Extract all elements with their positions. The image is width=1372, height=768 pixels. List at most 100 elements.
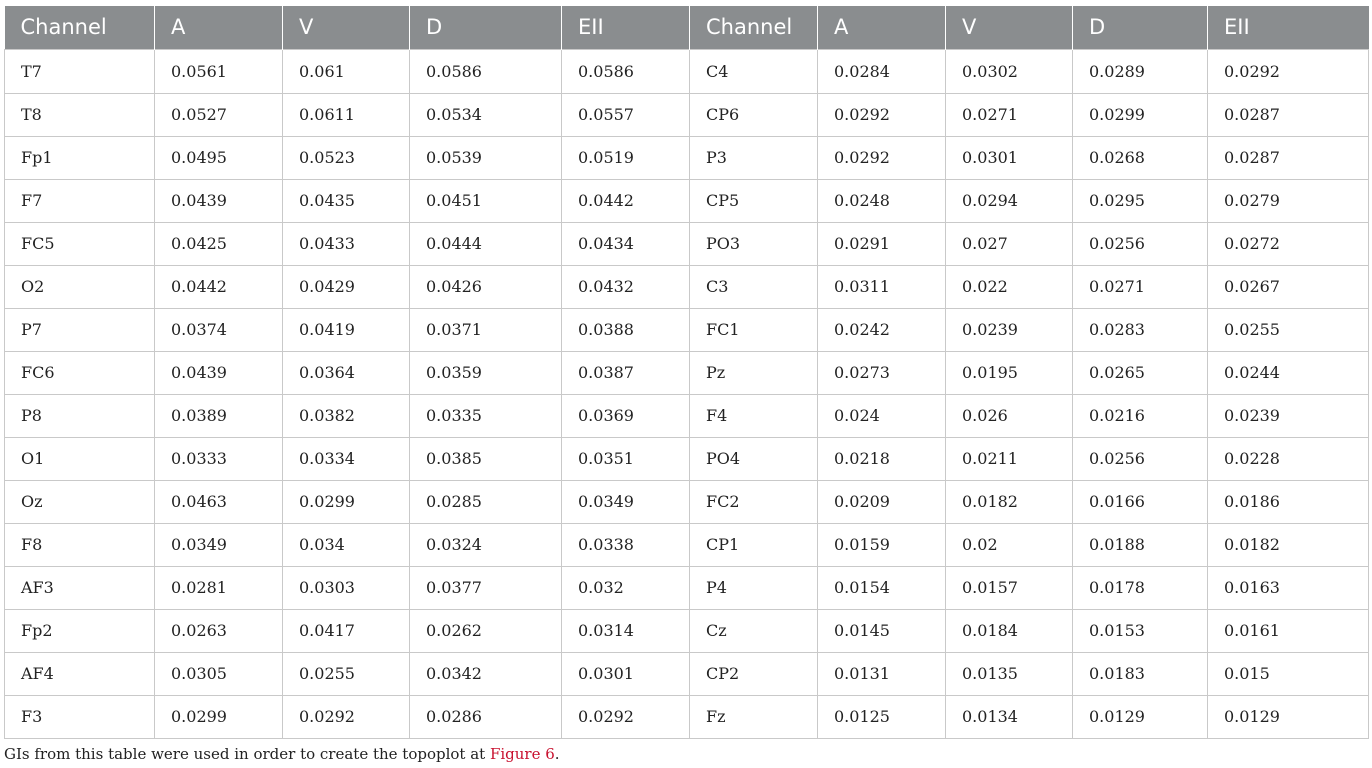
- value-cell: 0.0434: [561, 221, 690, 266]
- channel-cell: Cz: [689, 608, 818, 653]
- table-row: AF4 0.0305 0.0255 0.0342 0.0301 CP2 0.0131 0.01…: [4, 651, 1369, 696]
- value-cell: 0.0387: [561, 350, 690, 395]
- value-cell: 0.0442: [154, 264, 283, 309]
- table-body: T7 0.0561 0.061 0.0586 0.0586 C4 0.0284 0.0302 0…: [4, 48, 1369, 739]
- column-header-v-left: V: [282, 6, 410, 49]
- value-cell: 0.0334: [282, 436, 410, 481]
- value-cell: 0.0432: [561, 264, 690, 309]
- value-cell: 0.032: [561, 565, 690, 610]
- channel-cell: C4: [689, 48, 818, 94]
- value-cell: 0.0429: [282, 264, 410, 309]
- value-cell: 0.0239: [945, 307, 1073, 352]
- table-row: O2 0.0442 0.0429 0.0426 0.0432 C3 0.0311 0.022 0…: [4, 264, 1369, 309]
- value-cell: 0.0534: [409, 92, 562, 137]
- value-cell: 0.0389: [154, 393, 283, 438]
- value-cell: 0.0301: [945, 135, 1073, 180]
- channel-cell: PO3: [689, 221, 818, 266]
- value-cell: 0.0377: [409, 565, 562, 610]
- channel-cell: O2: [4, 264, 155, 309]
- value-cell: 0.0284: [817, 48, 946, 94]
- channel-cell: CP2: [689, 651, 818, 696]
- value-cell: 0.0195: [945, 350, 1073, 395]
- table-row: FC6 0.0439 0.0364 0.0359 0.0387 Pz 0.0273 0.019…: [4, 350, 1369, 395]
- footnote-end: .: [554, 745, 560, 763]
- value-cell: 0.026: [945, 393, 1073, 438]
- channel-cell: Fp2: [4, 608, 155, 653]
- column-header-d-left: D: [409, 6, 562, 49]
- value-cell: 0.0311: [817, 264, 946, 309]
- value-cell: 0.0299: [154, 694, 283, 739]
- value-cell: 0.0439: [154, 350, 283, 395]
- value-cell: 0.0435: [282, 178, 410, 223]
- value-cell: 0.0426: [409, 264, 562, 309]
- value-cell: 0.022: [945, 264, 1073, 309]
- channel-cell: T7: [4, 48, 155, 94]
- channel-cell: P3: [689, 135, 818, 180]
- column-header-channel-left: Channel: [4, 6, 155, 49]
- value-cell: 0.0374: [154, 307, 283, 352]
- value-cell: 0.0289: [1072, 48, 1208, 94]
- channel-cell: CP1: [689, 522, 818, 567]
- value-cell: 0.0523: [282, 135, 410, 180]
- column-header-channel-right: Channel: [689, 6, 818, 49]
- value-cell: 0.0145: [817, 608, 946, 653]
- value-cell: 0.0178: [1072, 565, 1208, 610]
- table-row: Fp1 0.0495 0.0523 0.0539 0.0519 P3 0.0292 0.030…: [4, 135, 1369, 180]
- column-header-a-left: A: [154, 6, 283, 49]
- value-cell: 0.0211: [945, 436, 1073, 481]
- value-cell: 0.0369: [561, 393, 690, 438]
- value-cell: 0.0359: [409, 350, 562, 395]
- value-cell: 0.0182: [945, 479, 1073, 524]
- channel-cell: P8: [4, 393, 155, 438]
- value-cell: 0.0333: [154, 436, 283, 481]
- value-cell: 0.0314: [561, 608, 690, 653]
- value-cell: 0.0299: [282, 479, 410, 524]
- channel-cell: FC1: [689, 307, 818, 352]
- value-cell: 0.0129: [1072, 694, 1208, 739]
- value-cell: 0.0159: [817, 522, 946, 567]
- value-cell: 0.0561: [154, 48, 283, 94]
- value-cell: 0.027: [945, 221, 1073, 266]
- value-cell: 0.0364: [282, 350, 410, 395]
- results-table-container: Channel A V D EII Channel A V D EII T7 0.0561 0.061…: [4, 6, 1369, 739]
- value-cell: 0.0279: [1207, 178, 1369, 223]
- value-cell: 0.015: [1207, 651, 1369, 696]
- value-cell: 0.0292: [817, 92, 946, 137]
- channel-cell: F8: [4, 522, 155, 567]
- figure-link[interactable]: Figure 6: [490, 745, 555, 763]
- value-cell: 0.0166: [1072, 479, 1208, 524]
- value-cell: 0.0433: [282, 221, 410, 266]
- value-cell: 0.0286: [409, 694, 562, 739]
- value-cell: 0.0292: [561, 694, 690, 739]
- value-cell: 0.0586: [409, 48, 562, 94]
- value-cell: 0.0216: [1072, 393, 1208, 438]
- value-cell: 0.0281: [154, 565, 283, 610]
- channel-cell: O1: [4, 436, 155, 481]
- value-cell: 0.0188: [1072, 522, 1208, 567]
- value-cell: 0.0161: [1207, 608, 1369, 653]
- value-cell: 0.0135: [945, 651, 1073, 696]
- value-cell: 0.0125: [817, 694, 946, 739]
- channel-cell: FC2: [689, 479, 818, 524]
- value-cell: 0.0382: [282, 393, 410, 438]
- channel-cell: C3: [689, 264, 818, 309]
- value-cell: 0.0163: [1207, 565, 1369, 610]
- channel-cell: Pz: [689, 350, 818, 395]
- value-cell: 0.034: [282, 522, 410, 567]
- value-cell: 0.0183: [1072, 651, 1208, 696]
- value-cell: 0.0157: [945, 565, 1073, 610]
- value-cell: 0.0527: [154, 92, 283, 137]
- value-cell: 0.0302: [945, 48, 1073, 94]
- value-cell: 0.0256: [1072, 221, 1208, 266]
- value-cell: 0.0263: [154, 608, 283, 653]
- value-cell: 0.0186: [1207, 479, 1369, 524]
- value-cell: 0.0371: [409, 307, 562, 352]
- channel-cell: CP6: [689, 92, 818, 137]
- value-cell: 0.0244: [1207, 350, 1369, 395]
- table-row: Fp2 0.0263 0.0417 0.0262 0.0314 Cz 0.0145 0.018…: [4, 608, 1369, 653]
- value-cell: 0.0419: [282, 307, 410, 352]
- value-cell: 0.0495: [154, 135, 283, 180]
- value-cell: 0.0442: [561, 178, 690, 223]
- value-cell: 0.0303: [282, 565, 410, 610]
- value-cell: 0.0425: [154, 221, 283, 266]
